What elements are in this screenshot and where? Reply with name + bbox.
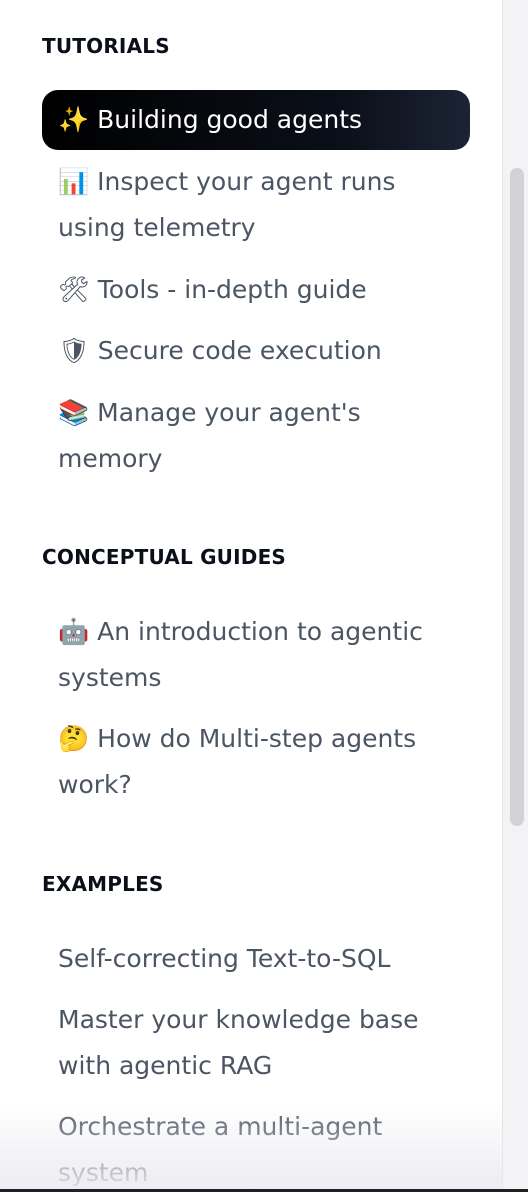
nav-item-text-to-sql[interactable]: Self-correcting Text-to-SQL [58,936,468,982]
books-icon: 📚 [58,398,90,427]
nav-item-secure-code-execution[interactable]: 🛡 Secure code execution [58,328,468,374]
section-title-examples: EXAMPLES [42,872,164,896]
nav-item-multi-step-agents[interactable]: 🤔 How do Multi-step agents work? [58,716,468,808]
nav-item-tools-guide[interactable]: 🛠 Tools - in-depth guide [58,267,468,313]
tools-icon: 🛠 [58,275,90,304]
nav-item-label: Tools - in-depth guide [97,275,367,304]
nav-item-label: Master your knowledge base with agentic … [58,1005,419,1080]
nav-item-label: An introduction to agentic systems [58,617,423,692]
nav-item-label: Self-correcting Text-to-SQL [58,944,391,973]
docs-sidebar: TUTORIALS ✨ Building good agents 📊 Inspect… [0,0,502,1192]
nav-item-label: How do Multi-step agents work? [58,724,417,799]
scrollbar-thumb[interactable] [510,168,524,826]
nav-item-label: Secure code execution [97,336,382,365]
shield-icon: 🛡 [58,336,90,365]
nav-item-intro-agentic-systems[interactable]: 🤖 An introduction to agentic systems [58,609,468,701]
bar-chart-icon: 📊 [58,167,90,196]
nav-item-label: Inspect your agent runs using telemetry [58,167,396,242]
nav-item-inspect-agent-runs[interactable]: 📊 Inspect your agent runs using telemetry [58,159,468,251]
nav-item-multi-agent-system[interactable]: Orchestrate a multi-agent system [58,1104,468,1196]
sparkles-icon: ✨ [58,105,90,134]
nav-item-agentic-rag[interactable]: Master your knowledge base with agentic … [58,997,468,1089]
thinking-face-icon: 🤔 [58,724,90,753]
robot-icon: 🤖 [58,617,90,646]
nav-item-label: Orchestrate a multi-agent system [58,1112,383,1187]
nav-item-label: Building good agents [97,105,363,134]
section-title-tutorials: TUTORIALS [42,34,170,58]
nav-item-building-good-agents[interactable]: ✨ Building good agents [42,90,470,150]
section-title-conceptual-guides: CONCEPTUAL GUIDES [42,545,287,569]
nav-item-label: Manage your agent's memory [58,398,361,473]
nav-item-manage-memory[interactable]: 📚 Manage your agent's memory [58,390,468,482]
